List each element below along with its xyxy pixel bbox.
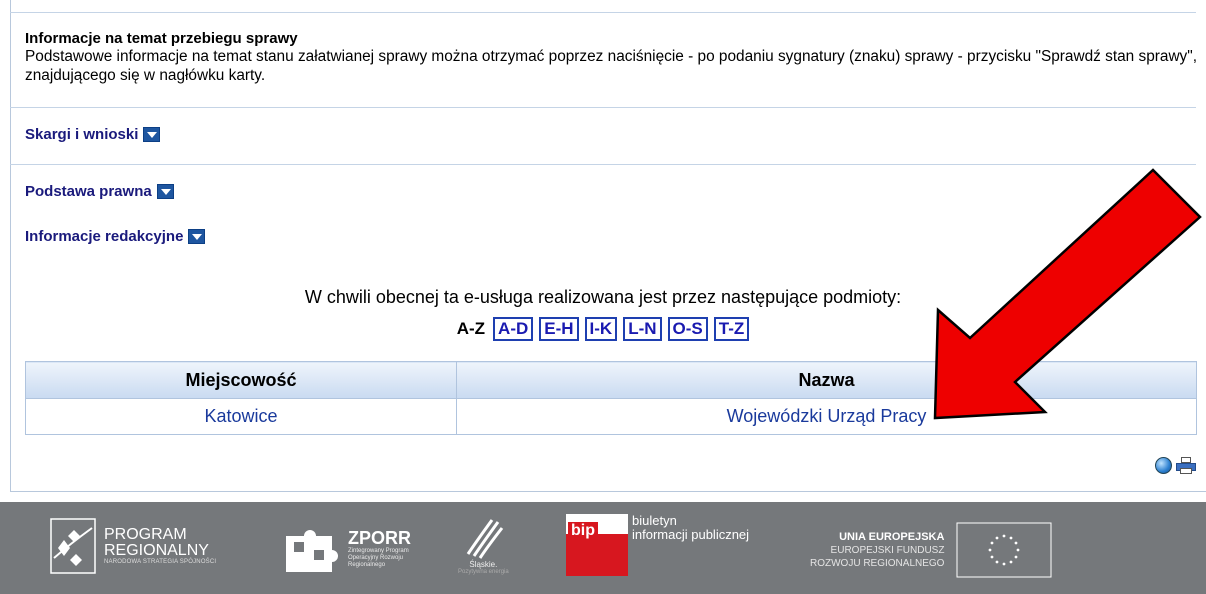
az-filter: A-Z A-D E-H I-K L-N O-S T-Z	[10, 317, 1196, 341]
table-row: Katowice Wojewódzki Urząd Pracy	[25, 398, 1197, 435]
info-title: Informacje na temat przebiegu sprawy	[25, 30, 298, 47]
divider	[10, 164, 1196, 165]
bip-badge: bip	[568, 522, 598, 540]
program-regionalny-emblem-icon	[50, 518, 96, 574]
editorial-toggle[interactable]: Informacje redakcyjne	[25, 228, 206, 245]
column-header-name[interactable]: Nazwa	[456, 361, 1197, 399]
dropdown-arrow-icon[interactable]	[188, 229, 206, 244]
zporr-title: ZPORR	[348, 527, 411, 548]
dropdown-arrow-icon[interactable]	[156, 184, 174, 199]
divider	[10, 107, 1196, 108]
program-regionalny-logo[interactable]: PROGRAM REGIONALNY NARODOWA STRATEGIA SP…	[50, 518, 216, 574]
puzzle-icon	[286, 530, 338, 572]
cell-city[interactable]: Katowice	[25, 398, 457, 435]
program-line3: NARODOWA STRATEGIA SPÓJNOŚCI	[104, 559, 217, 565]
slaskie-logo[interactable]: Śląskie. Pozytywna energia	[458, 514, 509, 575]
slaskie-waves-icon	[467, 519, 504, 559]
dropdown-arrow-icon[interactable]	[143, 127, 161, 142]
legal-basis-label: Podstawa prawna	[25, 183, 152, 200]
eu-fund-logo[interactable]: UNIA EUROPEJSKA EUROPEJSKI FUNDUSZ ROZWO…	[810, 522, 1052, 578]
info-text: Podstawowe informacje na temat stanu zał…	[25, 48, 1197, 84]
divider	[10, 12, 1196, 13]
eu-line2: EUROPEJSKI FUNDUSZ	[830, 544, 945, 556]
column-header-city[interactable]: Miejscowość	[25, 361, 457, 399]
az-button-i-k[interactable]: I-K	[584, 317, 618, 341]
cell-name[interactable]: Wojewódzki Urząd Pracy	[456, 398, 1197, 435]
zporr-logo[interactable]: ZPORR Zintegrowany Program Operacyjny Ro…	[284, 522, 420, 574]
page-tools	[1155, 457, 1196, 474]
eu-line3: ROZWOJU REGIONALNEGO	[810, 557, 945, 569]
info-section: Informacje na temat przebiegu sprawy Pod…	[25, 30, 1197, 85]
footer: PROGRAM REGIONALNY NARODOWA STRATEGIA SP…	[0, 502, 1206, 594]
printer-icon[interactable]	[1176, 457, 1196, 474]
table-header-row: Miejscowość Nazwa	[25, 361, 1197, 399]
zporr-subtitle: Zintegrowany Program Operacyjny Rozwoju …	[348, 547, 409, 568]
bip-line2: informacji publicznej	[632, 527, 750, 542]
bip-logo[interactable]: bip biuletyn informacji publicznej	[566, 514, 749, 576]
complaints-toggle[interactable]: Skargi i wnioski	[25, 126, 161, 143]
program-line1: PROGRAM	[104, 526, 187, 543]
providers-table: Miejscowość Nazwa Katowice Wojewódzki Ur…	[25, 361, 1197, 435]
az-button-l-n[interactable]: L-N	[623, 317, 662, 341]
eu-flag-icon	[956, 522, 1052, 578]
legal-basis-toggle[interactable]: Podstawa prawna	[25, 183, 174, 200]
az-button-a-d[interactable]: A-D	[493, 317, 534, 341]
eu-line1: UNIA EUROPEJSKA	[839, 530, 945, 543]
bip-emblem-icon: bip	[566, 514, 628, 576]
az-button-e-h[interactable]: E-H	[539, 317, 579, 341]
slaskie-line1: Śląskie.	[469, 560, 498, 569]
az-button-t-z[interactable]: T-Z	[713, 317, 750, 341]
globe-icon[interactable]	[1155, 457, 1172, 474]
editorial-label: Informacje redakcyjne	[25, 228, 184, 245]
complaints-label: Skargi i wnioski	[25, 126, 139, 143]
providers-intro: W chwili obecnej ta e-usługa realizowana…	[304, 287, 902, 307]
az-label: A-Z	[456, 319, 486, 338]
az-button-o-s[interactable]: O-S	[667, 317, 708, 341]
bip-line1: biuletyn	[632, 513, 677, 528]
slaskie-line2: Pozytywna energia	[458, 569, 509, 575]
program-line2: REGIONALNY	[104, 542, 209, 559]
content-area: Informacje na temat przebiegu sprawy Pod…	[0, 0, 1206, 492]
